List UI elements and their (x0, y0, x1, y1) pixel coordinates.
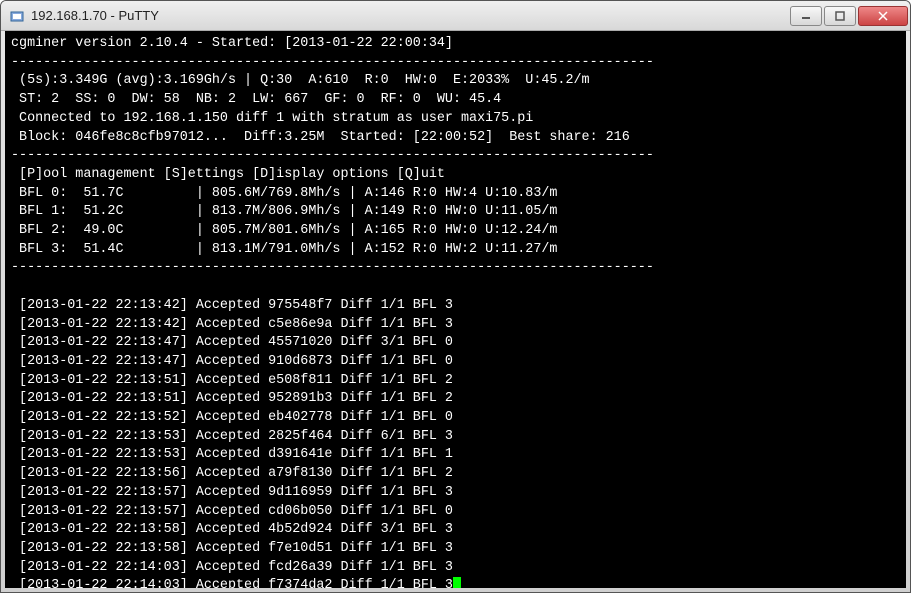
log-line: [2013-01-22 22:13:58] Accepted f7e10d51 … (11, 541, 453, 556)
block-line: Block: 046fe8c8cfb97012... Diff:3.25M St… (11, 130, 630, 145)
divider: ----------------------------------------… (11, 148, 654, 163)
device-line: BFL 1: 51.2C | 813.7M/806.9Mh/s | A:149 … (11, 204, 557, 219)
window-controls (788, 6, 908, 26)
maximize-icon (835, 11, 845, 21)
close-button[interactable] (858, 6, 908, 26)
terminal-cursor (453, 577, 461, 588)
version-line: cgminer version 2.10.4 - Started: [2013-… (11, 36, 453, 51)
device-line: BFL 3: 51.4C | 813.1M/791.0Mh/s | A:152 … (11, 242, 557, 257)
log-line: [2013-01-22 22:13:51] Accepted 952891b3 … (11, 391, 453, 406)
log-line: [2013-01-22 22:13:47] Accepted 45571020 … (11, 335, 453, 350)
log-line: [2013-01-22 22:13:52] Accepted eb402778 … (11, 410, 453, 425)
connected-line: Connected to 192.168.1.150 diff 1 with s… (11, 111, 533, 126)
maximize-button[interactable] (824, 6, 856, 26)
stats-line-2: ST: 2 SS: 0 DW: 58 NB: 2 LW: 667 GF: 0 R… (11, 92, 501, 107)
log-line: [2013-01-22 22:13:53] Accepted 2825f464 … (11, 429, 453, 444)
log-line: [2013-01-22 22:13:53] Accepted d391641e … (11, 447, 453, 462)
log-line: [2013-01-22 22:13:42] Accepted c5e86e9a … (11, 317, 453, 332)
minimize-icon (801, 11, 811, 21)
log-line: [2013-01-22 22:13:47] Accepted 910d6873 … (11, 354, 453, 369)
divider: ----------------------------------------… (11, 260, 654, 275)
device-line: BFL 0: 51.7C | 805.6M/769.8Mh/s | A:146 … (11, 186, 557, 201)
log-line: [2013-01-22 22:13:42] Accepted 975548f7 … (11, 298, 453, 313)
device-line: BFL 2: 49.0C | 805.7M/801.6Mh/s | A:165 … (11, 223, 557, 238)
putty-window: 192.168.1.70 - PuTTY cgminer version 2.1… (0, 0, 911, 593)
terminal-content[interactable]: cgminer version 2.10.4 - Started: [2013-… (5, 31, 906, 588)
minimize-button[interactable] (790, 6, 822, 26)
close-icon (878, 11, 888, 21)
log-line: [2013-01-22 22:13:56] Accepted a79f8130 … (11, 466, 453, 481)
log-line: [2013-01-22 22:13:57] Accepted 9d116959 … (11, 485, 453, 500)
log-line: [2013-01-22 22:13:51] Accepted e508f811 … (11, 373, 453, 388)
log-line: [2013-01-22 22:14:03] Accepted fcd26a39 … (11, 560, 453, 575)
stats-line-1: (5s):3.349G (avg):3.169Gh/s | Q:30 A:610… (11, 73, 590, 88)
window-title: 192.168.1.70 - PuTTY (31, 8, 788, 23)
log-line: [2013-01-22 22:13:58] Accepted 4b52d924 … (11, 522, 453, 537)
divider: ----------------------------------------… (11, 55, 654, 70)
menu-line: [P]ool management [S]ettings [D]isplay o… (11, 167, 445, 182)
log-line: [2013-01-22 22:13:57] Accepted cd06b050 … (11, 504, 453, 519)
titlebar[interactable]: 192.168.1.70 - PuTTY (1, 1, 910, 31)
log-line: [2013-01-22 22:14:03] Accepted f7374da2 … (11, 578, 453, 588)
putty-icon (9, 8, 25, 24)
